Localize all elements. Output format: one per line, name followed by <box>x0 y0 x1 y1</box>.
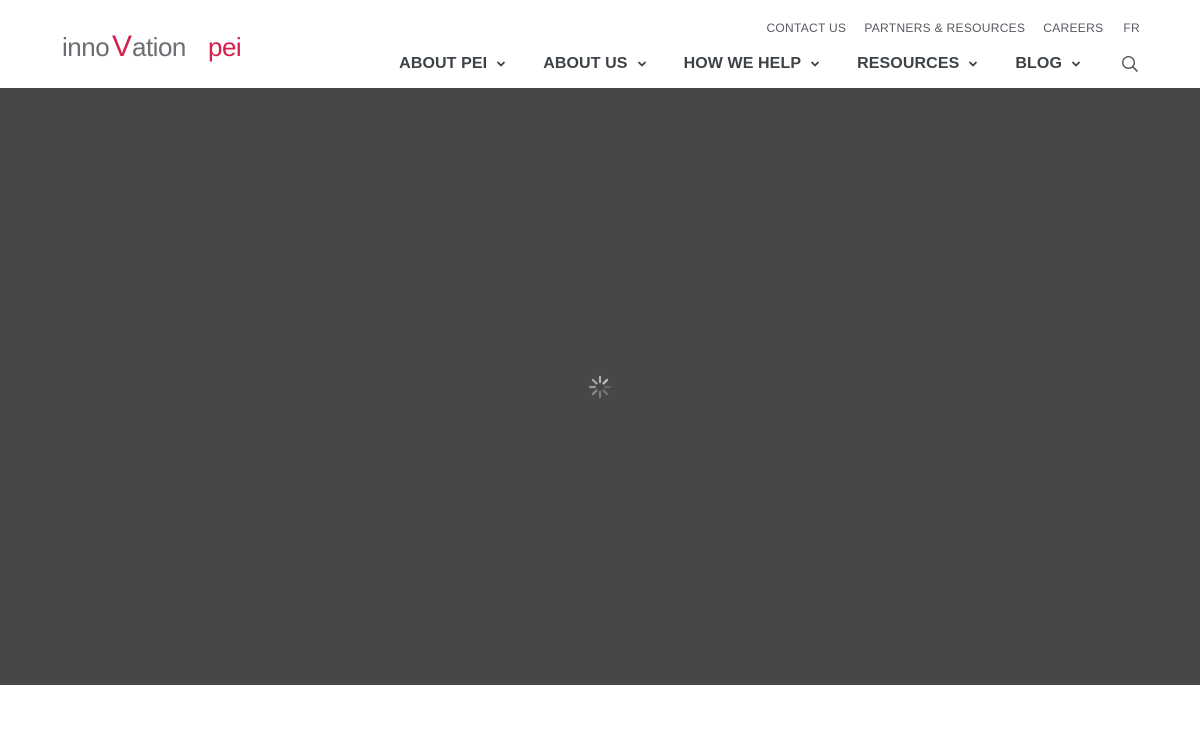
loading-spinner-icon <box>588 375 612 399</box>
partners-resources-link[interactable]: PARTNERS & RESOURCES <box>864 20 1025 36</box>
spinner-spokes <box>588 375 612 399</box>
page-bottom-strip <box>0 685 1200 750</box>
chevron-down-icon <box>811 61 820 67</box>
nav-item-about-pei[interactable]: ABOUT PEI <box>399 52 507 76</box>
logo-text-ation: ation <box>132 32 186 62</box>
search-icon[interactable] <box>1120 54 1140 74</box>
nav-item-resources[interactable]: RESOURCES <box>857 52 979 76</box>
chevron-down-icon <box>497 61 506 67</box>
site-logo[interactable]: inno V ation pei <box>62 24 254 68</box>
careers-link[interactable]: CAREERS <box>1043 20 1103 36</box>
main-nav: ABOUT PEI ABOUT US HOW WE HELP RESOURCES… <box>399 52 1140 76</box>
contact-us-link[interactable]: CONTACT US <box>766 20 846 36</box>
logo-text-pei: pei <box>208 32 241 62</box>
chevron-down-icon <box>1072 61 1080 67</box>
spinner-spoke <box>591 378 598 385</box>
site-header: inno V ation pei CONTACT US PARTNERS & R… <box>0 0 1200 88</box>
nav-item-label: ABOUT PEI <box>399 55 488 72</box>
chevron-down-icon <box>637 61 646 67</box>
spinner-spoke <box>602 389 609 396</box>
utility-nav: CONTACT US PARTNERS & RESOURCES CAREERS … <box>766 20 1140 36</box>
nav-item-label: HOW WE HELP <box>683 55 802 72</box>
loading-overlay <box>0 88 1200 685</box>
nav-item-about-us[interactable]: ABOUT US <box>543 52 647 76</box>
chevron-down-icon <box>969 61 978 67</box>
nav-item-how-we-help[interactable]: HOW WE HELP <box>684 52 822 76</box>
nav-item-label: BLOG <box>1015 55 1062 72</box>
nav-item-blog[interactable]: BLOG <box>1015 52 1082 76</box>
spinner-spoke <box>591 389 598 396</box>
logo-text-inno: inno <box>62 32 109 62</box>
spinner-spoke <box>602 378 609 385</box>
nav-item-label: RESOURCES <box>857 55 960 72</box>
nav-item-label: ABOUT US <box>543 55 628 72</box>
language-toggle-fr[interactable]: FR <box>1123 20 1140 36</box>
logo-text-v: V <box>112 30 132 63</box>
innovation-pei-logo: inno V ation pei <box>62 30 242 63</box>
